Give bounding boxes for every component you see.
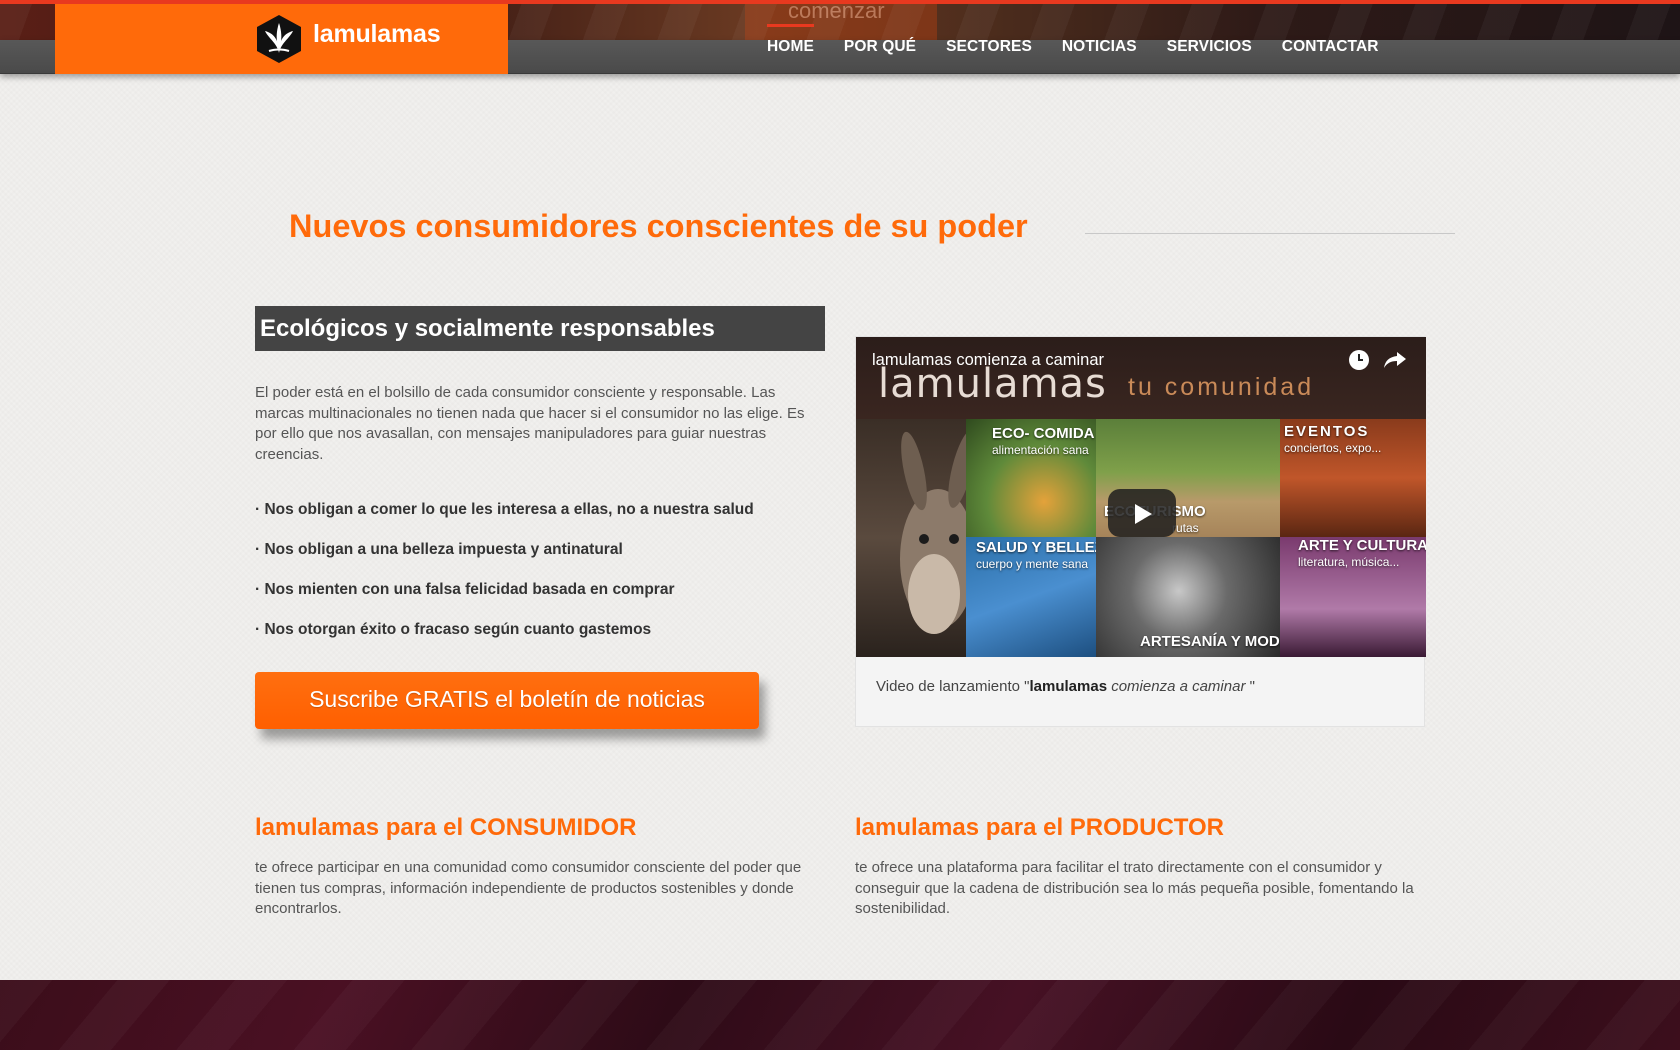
section-subheading: Ecológicos y socialmente responsables <box>255 306 825 351</box>
tile-arte-cultura[interactable]: ARTE Y CULTURA literatura, música... <box>1280 537 1426 657</box>
list-item: · Nos obligan a comer lo que les interes… <box>255 501 754 518</box>
caption-prefix: Video de lanzamiento " <box>876 678 1030 695</box>
caption-suffix: " <box>1245 678 1255 695</box>
tile-sub: cuerpo y mente sana <box>976 557 1089 571</box>
tile-label: ECO- COMIDA <box>992 425 1095 442</box>
tile-sub: rutas <box>1172 521 1199 535</box>
list-item: · Nos obligan a una belleza impuesta y a… <box>255 541 623 558</box>
nav-home[interactable]: HOME <box>767 24 814 62</box>
caption-rest: comienza a caminar <box>1107 678 1246 695</box>
nav-contactar[interactable]: CONTACTAR <box>1282 38 1379 62</box>
tile-eventos[interactable]: EVENTOS conciertos, expo... <box>1280 419 1426 537</box>
caption-bold: lamulamas <box>1029 678 1108 695</box>
tile-sub: conciertos, expo... <box>1284 441 1382 455</box>
tile-label: EVENTOS <box>1284 423 1370 440</box>
list-item: · Nos mienten con una falsa felicidad ba… <box>255 581 675 598</box>
tile-sub: alimentación sana <box>992 443 1089 457</box>
hero-ghost-block <box>745 4 937 40</box>
hero-ghost-text: comenzar <box>788 4 885 23</box>
footer-band <box>0 980 1680 1050</box>
intro-paragraph: El poder está en el bolsillo de cada con… <box>255 384 805 463</box>
tile-sub: literatura, música... <box>1298 555 1400 569</box>
clock-icon[interactable] <box>1348 349 1370 371</box>
producer-text: te ofrece una plataforma para facilitar … <box>855 859 1414 917</box>
subscribe-newsletter-button[interactable]: Suscribe GRATIS el boletín de noticias <box>255 672 759 729</box>
video-thumbnail-header: lamulamas tu comunidad <box>856 337 1426 419</box>
share-icon[interactable] <box>1383 349 1407 371</box>
tile-artesania-moda[interactable]: ARTESANÍA Y MODA <box>1096 537 1280 657</box>
producer-heading: lamulamas para el PRODUCTOR <box>855 814 1225 841</box>
video-title[interactable]: lamulamas comienza a caminar <box>872 351 1104 370</box>
brand-name: lamulamas <box>313 20 441 48</box>
list-item: · Nos otorgan éxito o fracaso según cuan… <box>255 621 652 638</box>
logo[interactable]: lamulamas <box>55 4 508 74</box>
play-icon[interactable] <box>1108 489 1176 537</box>
nav-servicios[interactable]: SERVICIOS <box>1167 38 1252 62</box>
left-column: Ecológicos y socialmente responsables El… <box>255 306 825 661</box>
video-card: lamulamas tu comunidad ECO- COMIDA alime… <box>855 336 1426 727</box>
tile-label: ARTE Y CULTURA <box>1298 537 1426 554</box>
top-accent-line <box>0 0 1680 4</box>
title-divider <box>1085 233 1455 234</box>
video-caption: Video de lanzamiento "lamulamas comienza… <box>876 678 1255 695</box>
main-nav: HOME POR QUÉ SECTORES NOTICIAS SERVICIOS… <box>767 24 1409 62</box>
nav-noticias[interactable]: NOTICIAS <box>1062 38 1137 62</box>
page-title: Nuevos consumidores conscientes de su po… <box>289 208 1028 244</box>
nav-por-que[interactable]: POR QUÉ <box>844 38 916 62</box>
bullet-list: · Nos obligan a comer lo que les interes… <box>255 501 825 639</box>
video-thumbnail-tagline: tu comunidad <box>1128 373 1315 401</box>
leaf-hexagon-icon <box>257 15 301 63</box>
tile-label: SALUD Y BELLEZA <box>976 539 1096 556</box>
consumer-heading: lamulamas para el CONSUMIDOR <box>255 814 637 841</box>
consumer-text: te ofrece participar en una comunidad co… <box>255 859 802 917</box>
nav-sectores[interactable]: SECTORES <box>946 38 1032 62</box>
video-player[interactable]: lamulamas tu comunidad ECO- COMIDA alime… <box>856 337 1426 657</box>
tile-salud-belleza[interactable]: SALUD Y BELLEZA cuerpo y mente sana <box>966 537 1096 657</box>
tile-eco-comida[interactable]: ECO- COMIDA alimentación sana <box>966 419 1096 537</box>
tile-label: ARTESANÍA Y MODA <box>1140 633 1280 650</box>
